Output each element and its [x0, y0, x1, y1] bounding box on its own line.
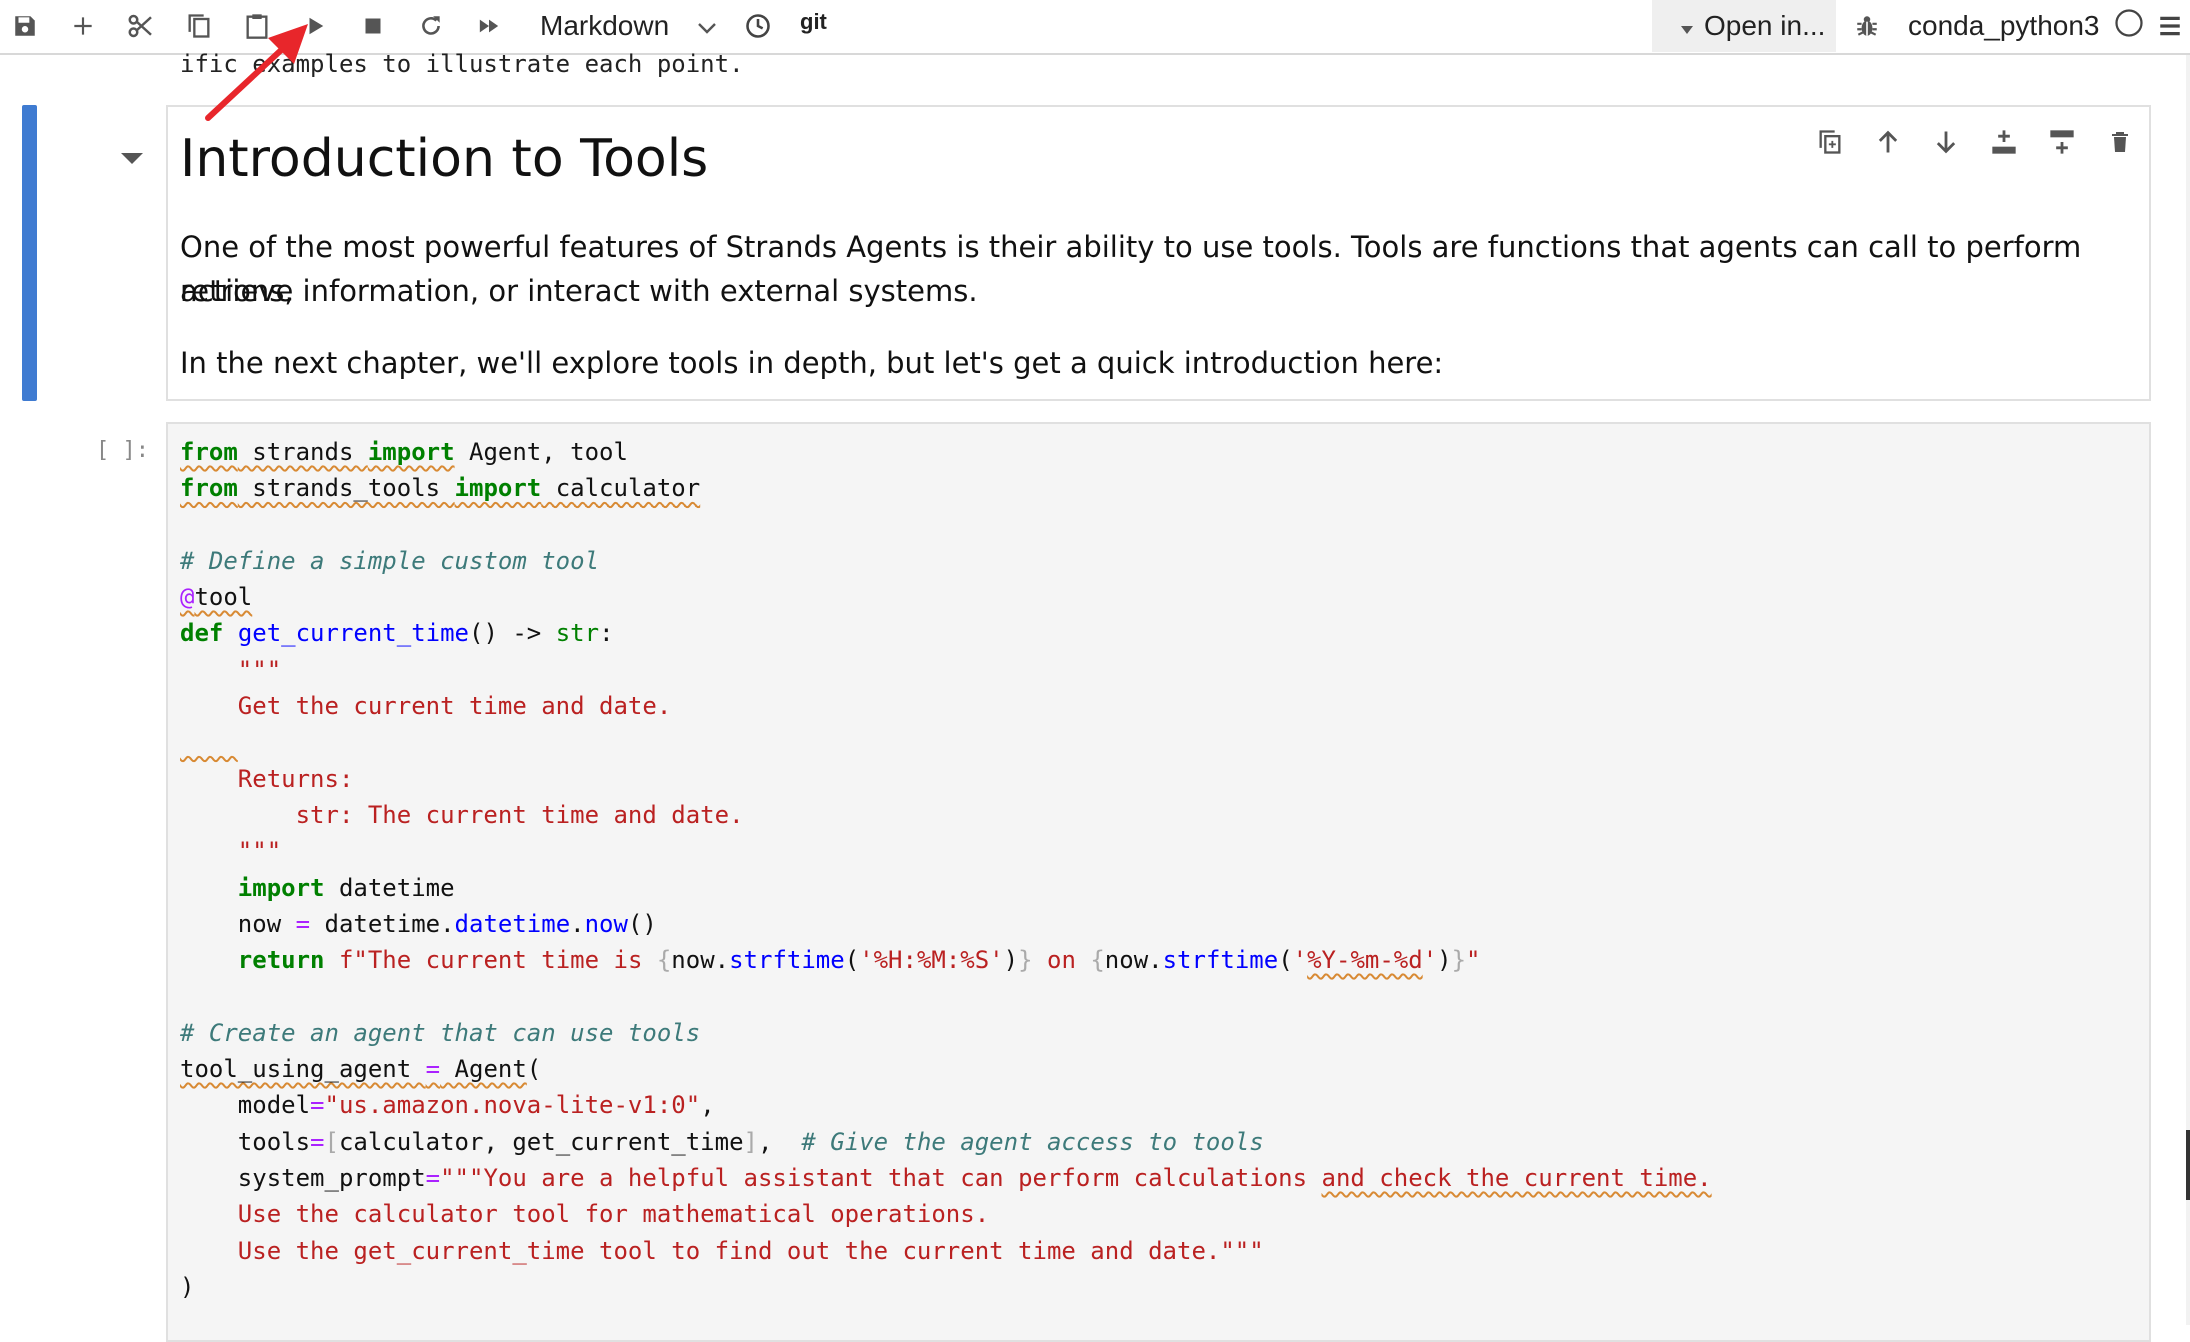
move-up-icon[interactable]: [1859, 117, 1917, 167]
cell-type-label: Markdown: [540, 10, 670, 41]
open-in-label: Open in...: [1704, 10, 1826, 41]
open-in-dropdown[interactable]: Open in...: [1652, 0, 1836, 52]
move-down-icon[interactable]: [1917, 117, 1975, 167]
kernel-status-idle-icon: [2114, 8, 2144, 45]
caret-down-icon: [1680, 10, 1694, 42]
code-line: def get_current_time() -> str:: [180, 619, 614, 648]
git-button[interactable]: git: [800, 4, 827, 40]
code-line: Use the calculator tool for mathematical…: [180, 1200, 990, 1229]
delete-cell-icon[interactable]: [2091, 117, 2149, 167]
kernel-name: conda_python3: [1908, 10, 2100, 41]
code-line: tools=[calculator, get_current_time], # …: [180, 1127, 1264, 1156]
code-line: return f"The current time is {now.strfti…: [237, 946, 1481, 975]
code-line: from strands import Agent, tool: [180, 438, 628, 466]
code-line: ): [180, 1272, 195, 1301]
code-line: # Define a simple custom tool: [180, 546, 600, 575]
stop-icon[interactable]: [348, 4, 398, 48]
markdown-paragraph: In the next chapter, we'll explore tools…: [180, 346, 1444, 380]
insert-cell-below-icon[interactable]: [2033, 117, 2091, 167]
active-cell-indicator: [22, 105, 37, 401]
code-line: """: [180, 837, 282, 866]
clock-icon[interactable]: [733, 4, 783, 48]
code-line: Get the current time and date.: [180, 692, 672, 721]
chevron-down-icon: [697, 10, 717, 42]
code-line: # Create an agent that can use tools: [180, 1018, 701, 1047]
code-line: from strands_tools import calculator: [180, 474, 701, 503]
insert-cell-above-icon[interactable]: [1975, 117, 2033, 167]
code-line: """: [237, 655, 282, 684]
notebook-toolbar: Markdown git Open in... conda_python3: [0, 0, 2190, 55]
scrollbar-thumb[interactable]: [2186, 1130, 2190, 1200]
markdown-cell[interactable]: Introduction to Tools One of the most po…: [166, 105, 2151, 401]
restart-icon[interactable]: [406, 4, 456, 48]
bug-icon[interactable]: [1842, 4, 1892, 48]
cell-toolbar: [1801, 117, 2149, 167]
save-icon[interactable]: [0, 4, 50, 48]
code-line: model="us.amazon.nova-lite-v1:0",: [180, 1091, 715, 1120]
code-line: now = datetime.datetime.now(): [180, 909, 657, 938]
menu-icon[interactable]: [2150, 4, 2190, 48]
code-line: Returns:: [180, 764, 354, 793]
fast-forward-icon[interactable]: [464, 4, 514, 48]
cell-type-dropdown[interactable]: Markdown: [540, 4, 717, 48]
kernel-indicator[interactable]: conda_python3: [1908, 4, 2144, 48]
code-cell[interactable]: from strands import Agent, tool from stra…: [166, 422, 2151, 1342]
heading-introduction-to-tools: Introduction to Tools: [180, 129, 709, 189]
code-editor[interactable]: from strands import Agent, tool from stra…: [180, 434, 1712, 1305]
code-line: str: The current time and date.: [180, 800, 744, 829]
markdown-paragraph-line: retrieve information, or interact with e…: [180, 274, 978, 308]
execution-prompt: [ ]:: [96, 438, 149, 463]
code-line: tool_using_agent = Agent(: [180, 1055, 542, 1084]
annotation-arrow-icon: [200, 18, 320, 132]
duplicate-cell-icon[interactable]: [1801, 117, 1859, 167]
code-line: Use the get_current_time tool to find ou…: [180, 1236, 1264, 1265]
add-cell-icon[interactable]: [58, 4, 108, 48]
cut-icon[interactable]: [116, 4, 166, 48]
code-line: @tool: [180, 583, 253, 612]
git-label: git: [800, 9, 827, 34]
code-line: import datetime: [237, 873, 455, 902]
code-line: system_prompt="""You are a helpful assis…: [180, 1163, 1712, 1192]
collapse-heading-icon[interactable]: [120, 150, 144, 169]
